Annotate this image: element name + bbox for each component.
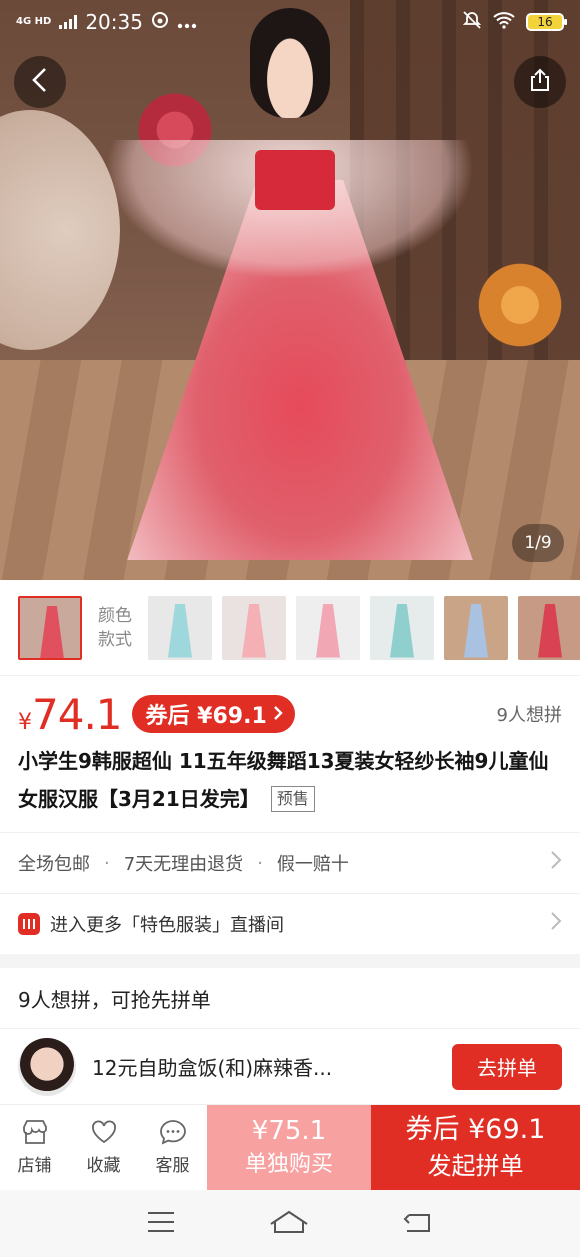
- system-navigation-bar: [0, 1190, 580, 1257]
- chevron-right-icon: [273, 702, 283, 727]
- separator-dot: ·: [104, 852, 110, 874]
- variant-figure: [390, 603, 414, 658]
- variant-figure: [538, 603, 562, 658]
- variant-label-line2: 款式: [98, 629, 132, 650]
- group-buy-row: 12元自助盒饭(和)麻辣香... 去拼单: [0, 1028, 580, 1104]
- product-image-gallery[interactable]: 4G HD 20:35 16 1/9: [0, 0, 580, 580]
- group-member-name: 12元自助盒饭(和)麻辣香...: [92, 1056, 333, 1080]
- home-icon[interactable]: [269, 1210, 309, 1238]
- back-button[interactable]: [14, 56, 66, 108]
- group-price: 券后 ¥69.1: [405, 1113, 546, 1145]
- presale-tag: 预售: [270, 786, 315, 812]
- variant-figure: [40, 605, 64, 658]
- battery-icon: 16: [526, 13, 567, 31]
- variant-figure: [168, 603, 192, 658]
- heart-icon: [90, 1119, 118, 1145]
- signal-icon: [59, 10, 78, 34]
- mute-icon: [462, 10, 482, 35]
- sync-icon: [151, 10, 169, 34]
- want-count: 9人想拼: [496, 705, 562, 726]
- section-divider: [0, 954, 580, 968]
- buy-alone-button[interactable]: ¥75.1 单独购买: [207, 1105, 371, 1190]
- current-price: ¥ 74.1: [18, 689, 123, 739]
- wifi-icon: [492, 10, 516, 34]
- chat-icon: [159, 1119, 187, 1145]
- variant-label-line1: 颜色: [98, 605, 132, 626]
- solo-label: 单独购买: [244, 1151, 333, 1177]
- dress-bodice: [255, 150, 335, 210]
- share-icon: [527, 67, 553, 97]
- menu-icon[interactable]: [147, 1211, 175, 1237]
- variant-figure: [464, 603, 488, 658]
- store-icon: [21, 1119, 49, 1145]
- price-currency: ¥: [18, 709, 32, 735]
- separator-dot: ·: [257, 852, 263, 874]
- store-button[interactable]: 店铺: [0, 1105, 69, 1190]
- variant-thumb-5[interactable]: [370, 595, 434, 660]
- clock: 20:35: [85, 10, 143, 34]
- price-value: 74.1: [32, 689, 123, 739]
- variant-thumb-6[interactable]: [444, 595, 508, 660]
- variant-label: 颜色 款式: [92, 604, 138, 652]
- orange-flowers: [470, 250, 570, 360]
- store-label: 店铺: [17, 1156, 52, 1176]
- solo-price: ¥75.1: [251, 1115, 327, 1146]
- chevron-left-icon: [30, 67, 50, 97]
- group-buy-header: 9人想拼，可抢先拼单: [18, 987, 211, 1012]
- live-room-text: 进入更多「特色服装」直播间: [50, 915, 284, 936]
- join-group-button[interactable]: 去拼单: [452, 1043, 562, 1090]
- purchase-bar: 店铺 收藏 客服 ¥75.1 单独购买 券后 ¥69.1 发起拼单: [0, 1104, 580, 1190]
- service-item: 7天无理由退货: [123, 854, 244, 875]
- variant-thumb-1[interactable]: [18, 595, 82, 660]
- variant-figure: [316, 603, 340, 658]
- start-group-buy-button[interactable]: 券后 ¥69.1 发起拼单: [371, 1105, 580, 1190]
- service-item: 全场包邮: [18, 854, 90, 875]
- more-status-icon: [177, 10, 197, 34]
- coupon-price-text: 券后 ¥69.1: [145, 704, 267, 729]
- image-page-indicator: 1/9: [512, 524, 564, 562]
- back-nav-icon[interactable]: [403, 1211, 433, 1237]
- variant-thumbnail-strip[interactable]: 颜色 款式: [0, 580, 580, 676]
- group-label: 发起拼单: [427, 1151, 524, 1180]
- customer-service-button[interactable]: 客服: [138, 1105, 207, 1190]
- network-indicator: 4G HD: [16, 16, 52, 27]
- variant-figure: [242, 603, 266, 658]
- favorite-button[interactable]: 收藏: [69, 1105, 138, 1190]
- service-item: 假一赔十: [276, 854, 349, 875]
- paper-umbrella: [0, 110, 120, 350]
- share-button[interactable]: [514, 56, 566, 108]
- avatar: [18, 1037, 76, 1096]
- customer-service-label: 客服: [155, 1156, 190, 1176]
- variant-thumb-3[interactable]: [222, 595, 286, 660]
- favorite-label: 收藏: [86, 1156, 121, 1176]
- chevron-right-icon: [550, 850, 562, 876]
- status-bar: 4G HD 20:35 16: [0, 0, 580, 44]
- coupon-price-badge[interactable]: 券后 ¥69.1: [131, 695, 295, 733]
- chevron-right-icon: [550, 911, 562, 937]
- price-row: ¥ 74.1 券后 ¥69.1 9人想拼: [18, 688, 562, 740]
- variant-thumb-2[interactable]: [148, 595, 212, 660]
- variant-thumb-7[interactable]: [518, 595, 580, 660]
- service-guarantees-row[interactable]: 全场包邮 · 7天无理由退货 · 假一赔十: [0, 832, 580, 894]
- product-title: 小学生9韩服超仙 11五年级舞蹈13夏装女轻纱长袖9儿童仙女服汉服【3月21日发…: [18, 742, 562, 818]
- variant-thumb-4[interactable]: [296, 595, 360, 660]
- live-room-link[interactable]: 进入更多「特色服装」直播间: [0, 894, 580, 954]
- live-tv-icon: [18, 913, 40, 935]
